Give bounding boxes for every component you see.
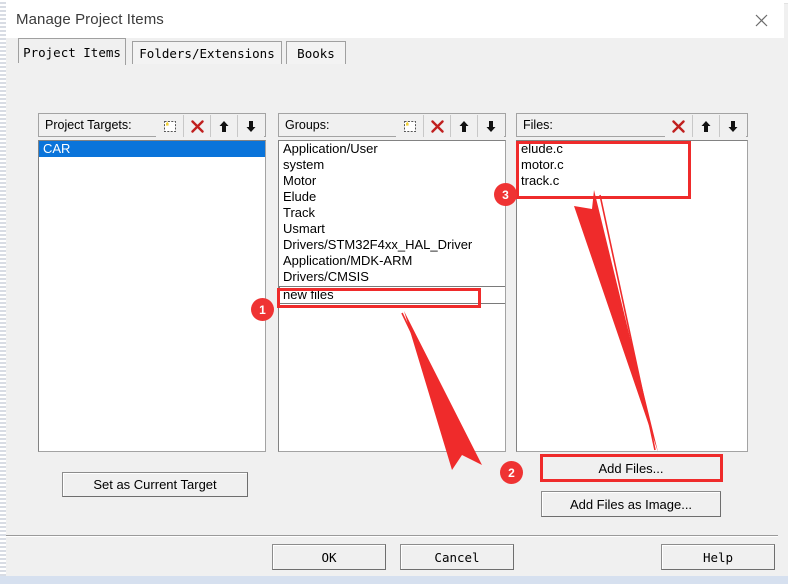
delete-glyph <box>430 119 444 133</box>
list-item[interactable]: Application/User <box>279 141 505 157</box>
manage-project-items-dialog: Manage Project Items Project Items Folde… <box>0 0 788 584</box>
active-tab-mask <box>12 63 120 65</box>
button-label: Add Files as Image... <box>569 496 693 512</box>
button-label: Cancel <box>434 549 480 565</box>
move-up-glyph <box>459 120 469 132</box>
project-targets-toolbar <box>156 115 264 137</box>
add-files-as-image-button[interactable]: Add Files as Image... <box>541 491 721 517</box>
move-down-icon[interactable] <box>237 115 264 137</box>
new-item-icon[interactable] <box>396 115 423 137</box>
list-item[interactable]: elude.c <box>517 141 747 157</box>
project-targets-header: Project Targets: <box>38 113 266 137</box>
list-item[interactable]: track.c <box>517 173 747 189</box>
delete-glyph <box>190 119 204 133</box>
window-title: Manage Project Items <box>16 11 164 28</box>
files-header: Files: <box>516 113 748 137</box>
groups-header: Groups: <box>278 113 506 137</box>
files-list[interactable]: elude.c motor.c track.c <box>516 140 748 452</box>
tab-bar: Project Items Folders/Extensions Books <box>6 38 784 65</box>
list-item[interactable]: Motor <box>279 173 505 189</box>
move-up-icon[interactable] <box>692 115 719 137</box>
list-item[interactable]: Drivers/STM32F4xx_HAL_Driver <box>279 237 505 253</box>
set-as-current-target-button[interactable]: Set as Current Target <box>62 472 248 497</box>
list-item[interactable]: Application/MDK-ARM <box>279 253 505 269</box>
groups-list[interactable]: Application/User system Motor Elude Trac… <box>278 140 506 452</box>
close-icon[interactable] <box>738 3 784 38</box>
files-label: Files: <box>523 118 553 132</box>
tab-project-items[interactable]: Project Items <box>18 38 126 65</box>
list-item[interactable]: Usmart <box>279 221 505 237</box>
button-label: Add Files... <box>598 460 664 476</box>
list-item[interactable]: motor.c <box>517 157 747 173</box>
cancel-button[interactable]: Cancel <box>400 544 514 570</box>
tab-label: Books <box>297 45 335 61</box>
move-down-glyph <box>486 120 496 132</box>
move-up-icon[interactable] <box>210 115 237 137</box>
window-bottom-edge <box>0 576 788 584</box>
new-item-icon[interactable] <box>156 115 183 137</box>
tab-label: Project Items <box>23 44 121 60</box>
ok-button[interactable]: OK <box>272 544 386 570</box>
new-item-glyph <box>163 120 176 132</box>
project-targets-label: Project Targets: <box>45 118 132 132</box>
list-item[interactable]: Track <box>279 205 505 221</box>
delete-icon[interactable] <box>183 115 210 137</box>
close-glyph <box>755 14 767 27</box>
groups-edit-row: new files <box>279 286 505 304</box>
add-files-button[interactable]: Add Files... <box>541 455 721 481</box>
move-up-icon[interactable] <box>450 115 477 137</box>
list-item[interactable]: Elude <box>279 189 505 205</box>
button-label: Help <box>702 549 734 565</box>
groups-toolbar <box>396 115 504 137</box>
move-down-glyph <box>728 120 738 132</box>
project-targets-list[interactable]: CAR <box>38 140 266 452</box>
move-down-icon[interactable] <box>719 115 746 137</box>
move-down-glyph <box>246 120 256 132</box>
move-up-glyph <box>219 120 229 132</box>
delete-icon[interactable] <box>423 115 450 137</box>
groups-edit-field[interactable]: new files <box>279 286 505 304</box>
move-up-glyph <box>701 120 711 132</box>
button-label: Set as Current Target <box>93 477 217 492</box>
button-label: OK <box>321 549 337 565</box>
groups-label: Groups: <box>285 118 330 132</box>
delete-icon[interactable] <box>665 115 692 137</box>
help-button[interactable]: Help <box>661 544 775 570</box>
list-item[interactable]: CAR <box>39 141 265 157</box>
delete-glyph <box>672 119 685 133</box>
title-bar: Manage Project Items <box>6 3 784 38</box>
files-toolbar <box>665 115 746 137</box>
tab-label: Folders/Extensions <box>139 45 275 61</box>
tab-books[interactable]: Books <box>286 41 346 64</box>
list-item[interactable]: Drivers/CMSIS <box>279 269 505 285</box>
tab-folders-extensions[interactable]: Folders/Extensions <box>132 41 282 64</box>
list-item[interactable]: system <box>279 157 505 173</box>
move-down-icon[interactable] <box>477 115 504 137</box>
new-item-glyph <box>403 120 416 132</box>
